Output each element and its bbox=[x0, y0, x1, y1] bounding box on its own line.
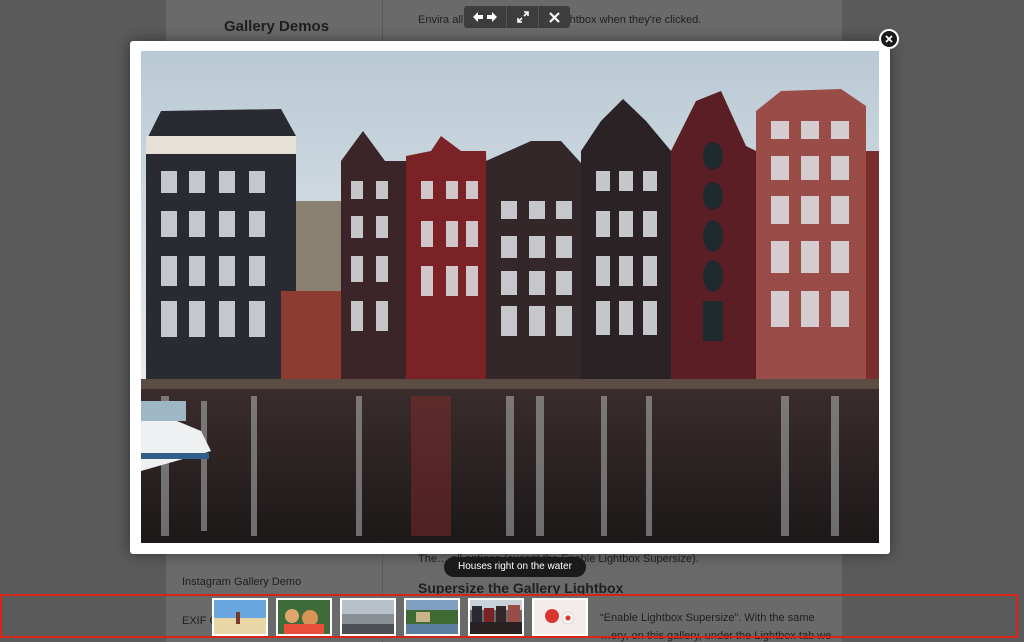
sidebar-link-instagram[interactable]: Instagram Gallery Demo bbox=[182, 576, 301, 588]
sidebar-title: Gallery Demos bbox=[224, 18, 330, 35]
close-icon bbox=[549, 11, 560, 23]
thumbnail-people[interactable] bbox=[276, 598, 332, 636]
lightbox bbox=[130, 41, 890, 554]
toolbar-close-button[interactable] bbox=[539, 6, 570, 28]
fullscreen-button[interactable] bbox=[507, 6, 539, 28]
thumbnail-food[interactable] bbox=[532, 598, 588, 636]
image-caption: Houses right on the water bbox=[444, 557, 586, 577]
thumbnail-village[interactable] bbox=[404, 598, 460, 636]
lightbox-close-button[interactable] bbox=[879, 29, 899, 49]
thumbnail-city[interactable] bbox=[340, 598, 396, 636]
arrows-left-right-icon bbox=[473, 12, 497, 22]
thumbnail-strip bbox=[212, 598, 588, 636]
prev-next-button[interactable] bbox=[464, 6, 507, 28]
canal-houses-photo bbox=[141, 51, 879, 543]
lightbox-toolbar bbox=[464, 6, 570, 28]
expand-icon bbox=[516, 11, 529, 23]
close-circle-icon bbox=[885, 35, 893, 43]
thumbnail-canal-houses[interactable] bbox=[468, 598, 524, 636]
thumbnail-beach[interactable] bbox=[212, 598, 268, 636]
